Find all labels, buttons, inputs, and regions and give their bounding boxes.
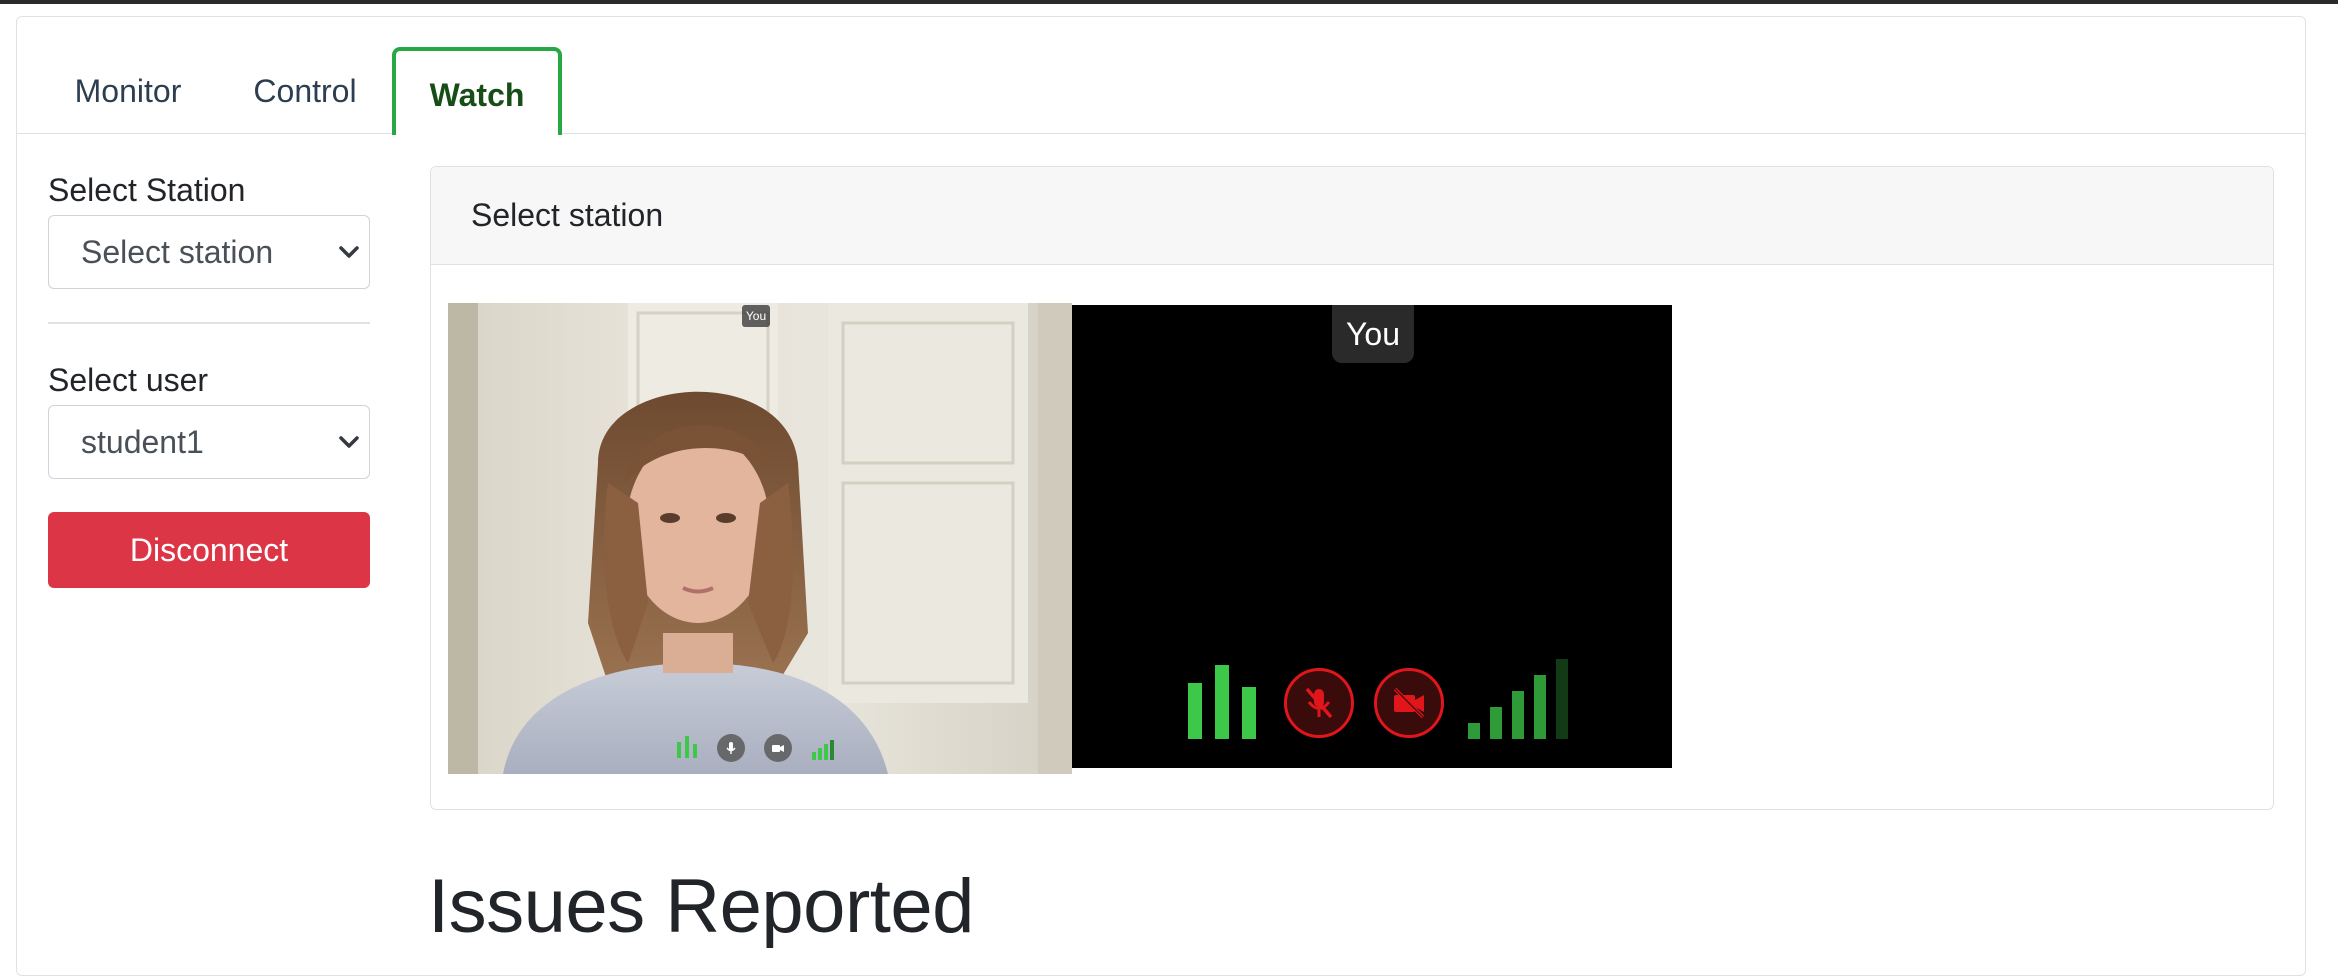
issues-reported-heading: Issues Reported	[428, 864, 974, 949]
signal-strength-icon	[1468, 659, 1568, 739]
microphone-icon[interactable]	[717, 734, 745, 762]
tab-monitor[interactable]: Monitor	[48, 48, 208, 134]
tab-watch[interactable]: Watch	[392, 47, 562, 135]
self-video[interactable]: You	[1072, 305, 1672, 768]
camera-off-icon[interactable]	[1374, 668, 1444, 738]
station-select-value: Select station	[81, 233, 274, 270]
remote-video[interactable]: You	[448, 303, 1072, 774]
panel-header: Select station	[431, 167, 2273, 265]
microphone-muted-icon[interactable]	[1284, 668, 1354, 738]
chevron-down-icon	[339, 246, 359, 258]
chevron-down-icon	[339, 436, 359, 448]
audio-level-icon	[677, 736, 697, 758]
disconnect-button[interactable]: Disconnect	[48, 512, 370, 588]
tab-control[interactable]: Control	[230, 48, 380, 134]
sidebar-divider	[48, 322, 370, 324]
select-user-label: Select user	[48, 362, 209, 398]
user-select[interactable]: student1	[48, 405, 370, 479]
audio-level-icon	[1188, 665, 1256, 739]
panel-header-title: Select station	[471, 197, 664, 233]
you-tag: You	[742, 305, 770, 327]
participant-video-frame	[448, 303, 1072, 774]
signal-strength-icon	[812, 740, 834, 760]
user-select-value: student1	[81, 423, 204, 460]
window-top-border	[0, 0, 2338, 4]
you-tag: You	[1332, 305, 1414, 363]
camera-icon[interactable]	[764, 734, 792, 762]
station-select[interactable]: Select station	[48, 215, 370, 289]
select-station-label: Select Station	[48, 172, 246, 208]
